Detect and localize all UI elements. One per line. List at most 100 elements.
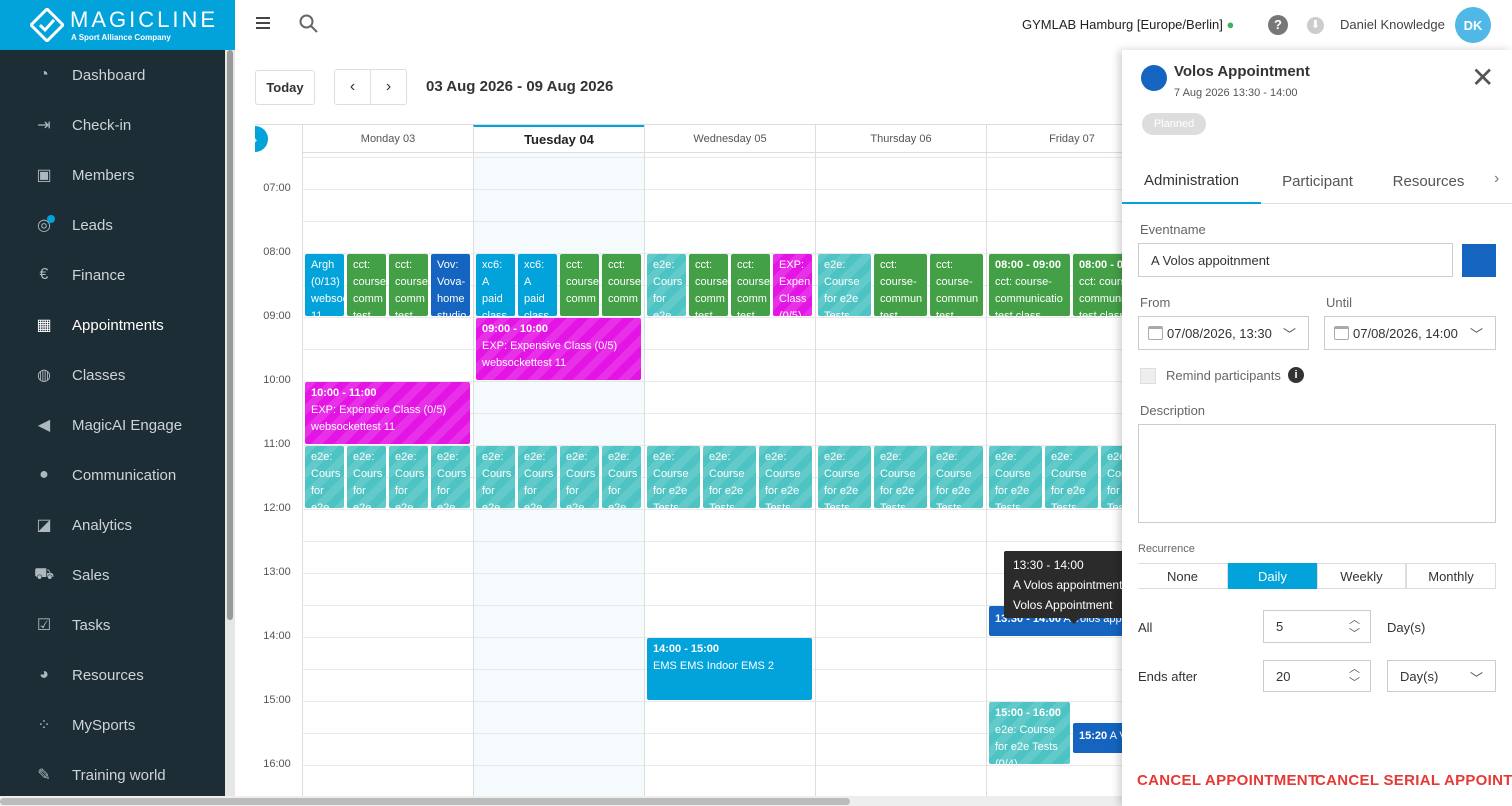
help-icon[interactable]: ? bbox=[1268, 15, 1288, 35]
day-header[interactable]: Thursday 06 bbox=[815, 125, 986, 153]
day-header[interactable]: Monday 03 bbox=[302, 125, 473, 153]
calendar-event[interactable]: cct: course comm test bbox=[689, 254, 728, 316]
download-icon[interactable]: ⬇ bbox=[1307, 17, 1324, 34]
calendar-event[interactable]: cct: course comm test bbox=[731, 254, 770, 316]
recurrence-weekly[interactable]: Weekly bbox=[1317, 563, 1406, 589]
calendar-event[interactable]: e2e: Cours for e2e bbox=[518, 446, 557, 508]
calendar-event[interactable]: cct: course comm bbox=[602, 254, 641, 316]
tab-participant[interactable]: Participant bbox=[1267, 158, 1368, 204]
sidebar-item-dashboard[interactable]: ◔ Dashboard bbox=[0, 50, 235, 100]
calendar-event[interactable]: Vov: Vova-home studio bbox=[431, 254, 470, 316]
brand-logo[interactable]: MAGICLINE A Sport Alliance Company bbox=[0, 0, 235, 50]
recurrence-none[interactable]: None bbox=[1138, 563, 1228, 589]
sidebar-item-analytics[interactable]: ◪ Analytics bbox=[0, 500, 235, 550]
cancel-serial-appointment-button[interactable]: CANCEL SERIAL APPOINTMENT bbox=[1315, 772, 1512, 789]
eventname-input[interactable]: A Volos appoitnment bbox=[1138, 243, 1453, 277]
sidebar-item-members[interactable]: ▣ Members bbox=[0, 150, 235, 200]
calendar-event[interactable]: e2e: Course for e2e Tests bbox=[818, 254, 871, 316]
calendar-event[interactable]: e2e: Cours for e2e bbox=[476, 446, 515, 508]
sidebar-scrollbar[interactable] bbox=[225, 50, 235, 806]
calendar-event[interactable]: 15:00 - 16:00 e2e: Course for e2e Tests (… bbox=[989, 702, 1070, 764]
calendar-event[interactable]: e2e: Cours for e2e bbox=[389, 446, 428, 508]
stepper-up-icon[interactable]: ︿ bbox=[1349, 663, 1360, 675]
calendar-event[interactable]: e2e: Cours for e2e bbox=[431, 446, 470, 508]
tab-resources[interactable]: Resources bbox=[1384, 158, 1473, 204]
sidebar-item-sales[interactable]: ⛟ Sales bbox=[0, 550, 235, 600]
color-picker[interactable] bbox=[1462, 244, 1496, 277]
user-name[interactable]: Daniel Knowledge bbox=[1340, 17, 1445, 32]
day-header[interactable]: Friday 07 bbox=[986, 125, 1122, 153]
ends-after-unit-select[interactable]: Day(s) ﹀ bbox=[1387, 660, 1496, 692]
avatar[interactable]: DK bbox=[1455, 7, 1491, 43]
stepper-up-icon[interactable]: ︿ bbox=[1349, 614, 1360, 626]
sidebar-item-finance[interactable]: € Finance bbox=[0, 250, 235, 300]
calendar-event[interactable]: EXP: Expen Class (0/5) bbox=[773, 254, 812, 316]
next-week-button[interactable]: › bbox=[370, 69, 407, 105]
calendar-event[interactable]: e2e: Cours for e2e bbox=[305, 446, 344, 508]
calendar-event[interactable]: 09:00 - 10:00 EXP: Expensive Class (0/5) … bbox=[476, 318, 641, 380]
tab-administration[interactable]: Administration bbox=[1122, 158, 1261, 204]
description-textarea[interactable] bbox=[1138, 424, 1496, 523]
sidebar-item-magicai-engage[interactable]: ◀ MagicAI Engage bbox=[0, 400, 235, 450]
recurrence-daily[interactable]: Daily bbox=[1228, 563, 1317, 589]
chevron-right-icon[interactable]: › bbox=[1494, 170, 1499, 188]
sidebar-item-appointments[interactable]: ▦ Appointments bbox=[0, 300, 235, 350]
calendar-event[interactable]: e2e: Cours for e2e bbox=[647, 254, 686, 316]
horizontal-scrollbar-thumb[interactable] bbox=[0, 798, 850, 805]
calendar-event[interactable]: cct: course comm test bbox=[389, 254, 428, 316]
from-date-input[interactable]: 07/08/2026, 13:30 ﹀ bbox=[1138, 316, 1309, 350]
calendar-event[interactable]: 08:00 - 09:00 cct: course-communicatio te… bbox=[1073, 254, 1122, 316]
cancel-appointment-button[interactable]: CANCEL APPOINTMENT bbox=[1137, 772, 1317, 789]
calendar-event[interactable]: e2e: Cours for e2e bbox=[347, 446, 386, 508]
close-icon[interactable]: ✕ bbox=[1471, 64, 1494, 92]
sidebar-scrollbar-thumb[interactable] bbox=[227, 50, 233, 620]
recurrence-monthly[interactable]: Monthly bbox=[1406, 563, 1496, 589]
calendar-event[interactable]: xc6: A paid class THREE bbox=[518, 254, 557, 316]
horizontal-scrollbar[interactable] bbox=[0, 796, 1122, 806]
sidebar-item-check-in[interactable]: ⇥ Check-in bbox=[0, 100, 235, 150]
sidebar-item-resources[interactable]: ◕ Resources bbox=[0, 650, 235, 700]
day-header[interactable]: Wednesday 05 bbox=[644, 125, 815, 153]
calendar-event[interactable]: e2e: Course for e2e Tests bbox=[874, 446, 927, 508]
search-icon[interactable] bbox=[299, 14, 318, 38]
calendar-event[interactable]: e2e: Cours for e2e bbox=[602, 446, 641, 508]
sidebar-item-training-world[interactable]: ✎ Training world bbox=[0, 750, 235, 800]
calendar-event[interactable]: e2e: Course for e2e Tests bbox=[1101, 446, 1122, 508]
remind-participants-checkbox[interactable] bbox=[1140, 368, 1156, 384]
until-date-input[interactable]: 07/08/2026, 14:00 ﹀ bbox=[1324, 316, 1496, 350]
calendar-event[interactable]: cct: course-commun test bbox=[930, 254, 983, 316]
ends-after-stepper[interactable]: 20 ︿ ﹀ bbox=[1263, 660, 1371, 692]
calendar-event[interactable]: 15:20 A Volos bbox=[1073, 723, 1122, 754]
calendar-event[interactable]: 08:00 - 09:00 cct: course-communicatio te… bbox=[989, 254, 1070, 316]
today-button[interactable]: Today bbox=[255, 70, 315, 105]
info-icon[interactable]: i bbox=[1288, 367, 1304, 383]
sidebar-item-communication[interactable]: ● Communication bbox=[0, 450, 235, 500]
interval-stepper[interactable]: 5 ︿ ﹀ bbox=[1263, 610, 1371, 643]
calendar-event[interactable]: xc6: A paid class THREE bbox=[476, 254, 515, 316]
sidebar-item-tasks[interactable]: ☑ Tasks bbox=[0, 600, 235, 650]
calendar-event[interactable]: e2e: Course for e2e Tests bbox=[1045, 446, 1098, 508]
calendar-event[interactable]: e2e: Course for e2e Tests bbox=[818, 446, 871, 508]
expand-sidebar-button[interactable]: › bbox=[255, 126, 268, 152]
calendar-event[interactable]: 14:00 - 15:00 EMS EMS Indoor EMS 2 bbox=[647, 638, 812, 700]
sidebar-item-leads[interactable]: ◎ Leads bbox=[0, 200, 235, 250]
calendar-event[interactable]: cct: course comm bbox=[560, 254, 599, 316]
sidebar-item-classes[interactable]: ◍ Classes bbox=[0, 350, 235, 400]
calendar-event[interactable]: Argh (0/13) websoc 11 bbox=[305, 254, 344, 316]
prev-week-button[interactable]: ‹ bbox=[334, 69, 371, 105]
stepper-down-icon[interactable]: ﹀ bbox=[1349, 628, 1360, 640]
calendar-event[interactable]: e2e: Course for e2e Tests bbox=[647, 446, 700, 508]
calendar-event[interactable]: e2e: Course for e2e Tests bbox=[930, 446, 983, 508]
calendar-event[interactable]: cct: course-commun test bbox=[874, 254, 927, 316]
calendar-event[interactable]: cct: course comm test bbox=[347, 254, 386, 316]
stepper-down-icon[interactable]: ﹀ bbox=[1349, 677, 1360, 689]
calendar-event[interactable]: e2e: Course for e2e Tests bbox=[759, 446, 812, 508]
sidebar-item-mysports[interactable]: ⁘ MySports bbox=[0, 700, 235, 750]
calendar-event[interactable]: e2e: Course for e2e Tests bbox=[989, 446, 1042, 508]
day-header[interactable]: Tuesday 04 bbox=[473, 125, 644, 153]
week-calendar[interactable]: › Monday 03Tuesday 04Wednesday 05Thursda… bbox=[255, 124, 1122, 806]
calendar-event[interactable]: 10:00 - 11:00 EXP: Expensive Class (0/5) … bbox=[305, 382, 470, 444]
hamburger-menu-icon[interactable] bbox=[256, 14, 270, 35]
location-selector[interactable]: GYMLAB Hamburg [Europe/Berlin] ● bbox=[1022, 17, 1234, 32]
calendar-event[interactable]: e2e: Cours for e2e bbox=[560, 446, 599, 508]
